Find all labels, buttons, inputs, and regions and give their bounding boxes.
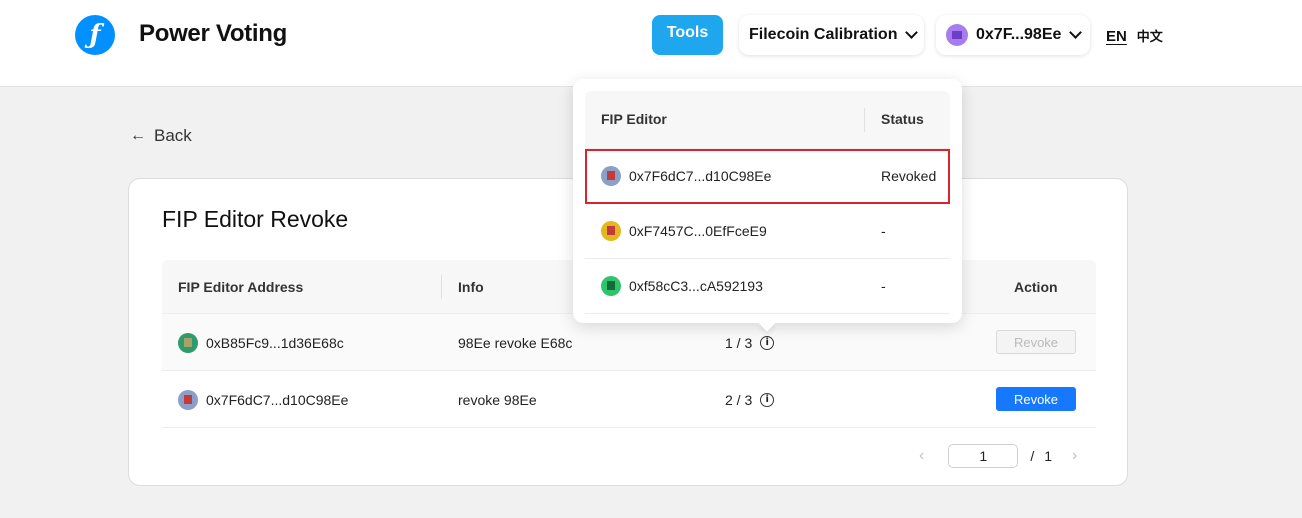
chevron-down-icon — [905, 26, 919, 39]
address-cell: 0xB85Fc9...1d36E68c — [178, 333, 344, 353]
page-number-input[interactable] — [948, 444, 1019, 468]
count-text: 2 / 3 — [725, 392, 753, 408]
editor-cell: 0xF7457C...0EfFceE9 — [601, 221, 767, 241]
back-label: Back — [154, 126, 192, 145]
top-header: ƒ Power Voting Tools Filecoin Calibratio… — [0, 0, 1302, 87]
column-header-address: FIP Editor Address — [178, 278, 304, 295]
popover-table-header: FIP Editor Status — [585, 91, 950, 149]
popover-table: FIP Editor Status 0x7F6dC7...d10C98Ee Re… — [585, 91, 950, 314]
count-text: 1 / 3 — [725, 335, 753, 351]
app-title[interactable]: Power Voting — [139, 20, 287, 48]
editor-address: 0x7F6dC7...d10C98Ee — [629, 168, 772, 184]
lang-en-link[interactable]: EN — [1106, 28, 1127, 45]
network-select[interactable]: Filecoin Calibration — [739, 15, 924, 55]
editor-address: 0xf58cC3...cA592193 — [629, 278, 763, 294]
revoke-button[interactable]: Revoke — [996, 387, 1076, 411]
avatar-icon — [601, 276, 621, 296]
address-text: 0x7F6dC7...d10C98Ee — [206, 392, 349, 408]
revoke-button[interactable]: Revoke — [996, 330, 1076, 354]
chevron-left-icon[interactable]: ‹ — [919, 447, 924, 465]
arrow-left-icon: ← — [130, 127, 146, 144]
avatar-icon — [178, 333, 198, 353]
approval-count: 1 / 3 i — [725, 335, 775, 351]
avatar-icon — [946, 24, 968, 46]
account-label: 0x7F...98Ee — [976, 26, 1062, 43]
page-separator: / — [1030, 448, 1035, 464]
table-row: 0x7F6dC7...d10C98Ee revoke 98Ee 2 / 3 i … — [162, 371, 1096, 428]
info-icon[interactable]: i — [760, 393, 775, 407]
column-header-info: Info — [458, 278, 484, 295]
avatar-icon — [601, 166, 621, 186]
editor-cell: 0xf58cC3...cA592193 — [601, 276, 763, 296]
column-header-action: Action — [1014, 278, 1058, 295]
status-text: Revoked — [881, 168, 937, 184]
pagination: ‹ / 1 › — [919, 444, 1077, 468]
column-header-editor: FIP Editor — [601, 111, 667, 127]
address-text: 0xB85Fc9...1d36E68c — [206, 335, 344, 351]
back-link[interactable]: ← Back — [130, 126, 192, 146]
avatar-icon — [601, 221, 621, 241]
editor-cell: 0x7F6dC7...d10C98Ee — [601, 166, 771, 186]
column-divider — [441, 275, 442, 299]
status-text: - — [881, 223, 886, 239]
info-cell: revoke 98Ee — [458, 392, 537, 408]
fip-editor-popover: FIP Editor Status 0x7F6dC7...d10C98Ee Re… — [573, 79, 962, 323]
chevron-right-icon[interactable]: › — [1072, 447, 1077, 465]
page-title: FIP Editor Revoke — [162, 206, 349, 232]
popover-row: 0xf58cC3...cA592193 - — [585, 259, 950, 314]
chevron-down-icon — [1069, 26, 1083, 39]
network-label: Filecoin Calibration — [749, 26, 898, 43]
lang-zh-link[interactable]: 中文 — [1137, 29, 1163, 44]
filecoin-logo-icon[interactable]: ƒ — [75, 15, 115, 55]
account-button[interactable]: 0x7F...98Ee — [936, 15, 1090, 55]
editor-address: 0xF7457C...0EfFceE9 — [629, 223, 767, 239]
status-text: - — [881, 278, 886, 294]
column-header-status: Status — [881, 111, 924, 127]
tools-button[interactable]: Tools — [652, 15, 723, 55]
popover-row: 0x7F6dC7...d10C98Ee Revoked — [585, 149, 950, 204]
column-divider — [864, 108, 865, 132]
info-icon[interactable]: i — [760, 336, 775, 350]
popover-row: 0xF7457C...0EfFceE9 - — [585, 204, 950, 259]
language-switch: EN 中文 — [1106, 26, 1163, 45]
approval-count: 2 / 3 i — [725, 392, 775, 408]
info-cell: 98Ee revoke E68c — [458, 335, 573, 351]
address-cell: 0x7F6dC7...d10C98Ee — [178, 390, 348, 410]
avatar-icon — [178, 390, 198, 410]
page-total: 1 — [1044, 448, 1053, 464]
